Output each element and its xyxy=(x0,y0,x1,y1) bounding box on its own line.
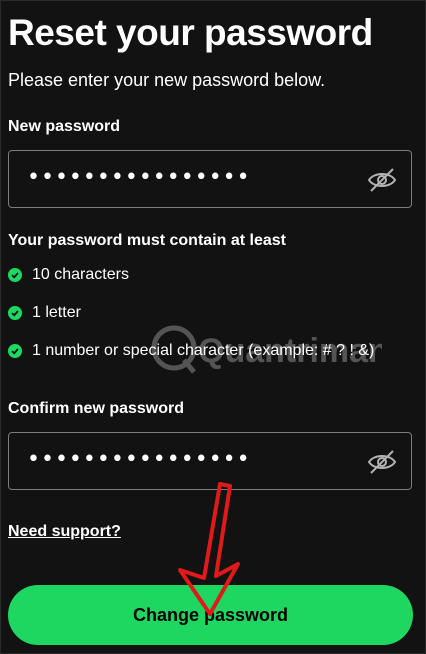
confirm-password-label: Confirm new password xyxy=(8,400,185,417)
requirement-text: 1 letter xyxy=(32,304,81,321)
requirements-heading: Your password must contain at least xyxy=(8,232,286,249)
eye-slash-icon[interactable] xyxy=(367,167,397,193)
requirement-text: 1 number or special character (example: … xyxy=(32,342,375,359)
page-title: Reset your password xyxy=(8,12,373,53)
page-subtitle: Please enter your new password below. xyxy=(8,70,326,90)
check-circle-icon xyxy=(8,306,22,320)
requirement-item: 10 characters xyxy=(8,265,129,285)
change-password-button[interactable]: Change password xyxy=(8,585,413,645)
confirm-password-field[interactable]: •••••••••••••••• xyxy=(8,432,412,490)
page-frame xyxy=(0,0,426,654)
requirement-text: 10 characters xyxy=(32,266,129,283)
requirement-item: 1 number or special character (example: … xyxy=(8,341,374,361)
need-support-link[interactable]: Need support? xyxy=(8,523,121,541)
confirm-password-value[interactable]: •••••••••••••••• xyxy=(27,445,251,475)
eye-slash-icon[interactable] xyxy=(367,449,397,475)
new-password-label: New password xyxy=(8,118,121,135)
new-password-field[interactable]: •••••••••••••••• xyxy=(8,150,412,208)
check-circle-icon xyxy=(8,344,22,358)
requirement-item: 1 letter xyxy=(8,303,81,323)
new-password-value[interactable]: •••••••••••••••• xyxy=(27,163,251,193)
check-circle-icon xyxy=(8,268,22,282)
